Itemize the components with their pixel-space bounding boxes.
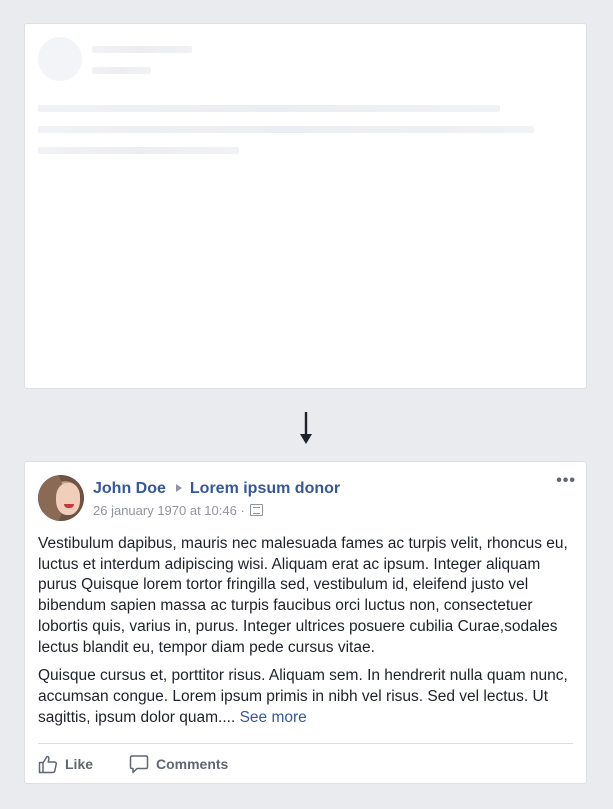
more-options-button[interactable]: ••• (556, 473, 576, 489)
post-header: John Doe Lorem ipsum donor (93, 480, 340, 498)
divider (38, 743, 573, 744)
post-paragraph: Quisque cursus et, porttitor risus. Aliq… (38, 666, 578, 728)
placeholder-text-line (38, 105, 500, 112)
placeholder-text-line (38, 126, 534, 133)
target-link[interactable]: Lorem ipsum donor (190, 480, 340, 497)
post-body: Vestibulum dapibus, mauris nec malesuada… (38, 534, 578, 736)
arrow-down-icon (300, 412, 312, 444)
author-link[interactable]: John Doe (93, 480, 166, 497)
placeholder-name-bar (92, 46, 192, 53)
see-more-link[interactable]: See more (240, 709, 307, 726)
like-button[interactable]: Like (38, 752, 93, 776)
like-label: Like (65, 756, 94, 772)
thumbs-up-icon (38, 755, 58, 774)
audience-icon[interactable] (250, 504, 264, 516)
placeholder-text-line (38, 147, 239, 154)
comments-button[interactable]: Comments (129, 752, 228, 776)
avatar[interactable] (38, 475, 84, 521)
loading-placeholder-card (24, 23, 587, 389)
placeholder-meta-bar (92, 67, 151, 74)
timestamp-link[interactable]: 26 january 1970 at 10:46 (93, 503, 237, 518)
post-paragraph: Vestibulum dapibus, mauris nec malesuada… (38, 535, 568, 656)
triangle-right-icon (175, 483, 182, 492)
placeholder-avatar (38, 37, 82, 81)
comments-label: Comments (156, 756, 229, 772)
post-card: John Doe Lorem ipsum donor 26 january 197… (24, 461, 587, 784)
meta-separator: · (240, 503, 245, 518)
post-meta: 26 january 1970 at 10:46 · (93, 503, 264, 518)
comment-bubble-icon (129, 755, 149, 774)
